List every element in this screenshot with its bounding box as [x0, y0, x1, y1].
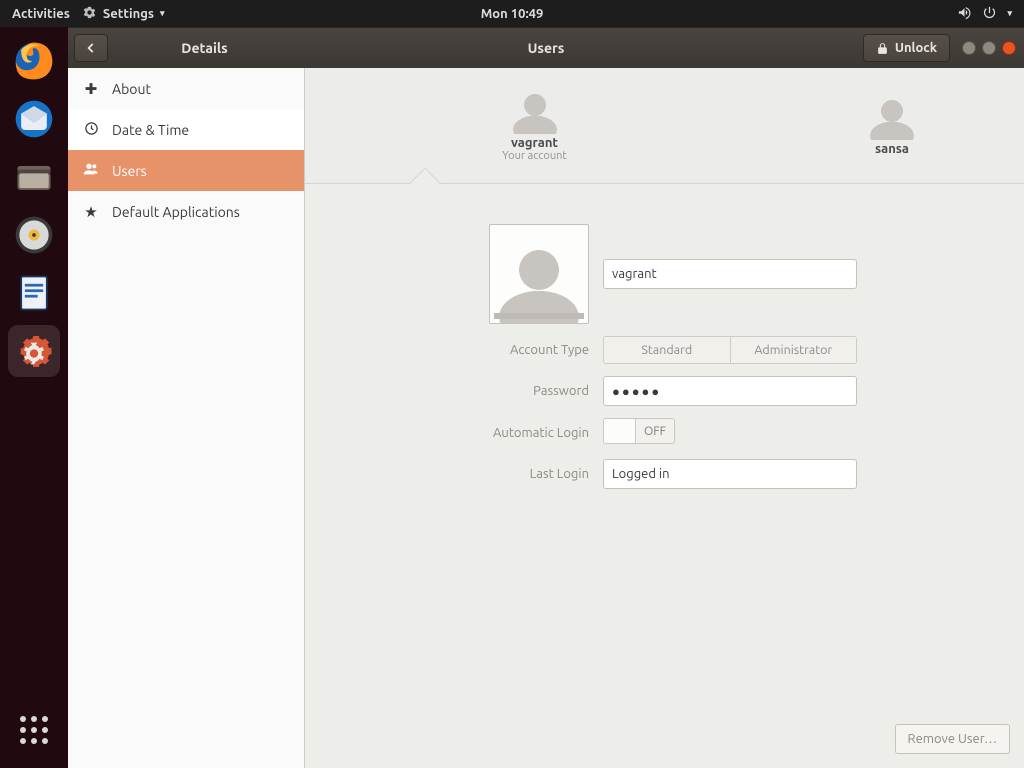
account-type-standard: Standard [604, 337, 730, 363]
label-password: Password [305, 384, 589, 398]
users-icon [82, 161, 100, 180]
back-button[interactable] [74, 34, 108, 62]
username-input[interactable] [603, 259, 857, 289]
label-auto-login: Automatic Login [305, 426, 589, 440]
app-menu-label: Settings [103, 7, 154, 21]
star-icon: ★ [82, 203, 100, 221]
user-accounts-strip: vagrant Your account sansa [305, 68, 1024, 184]
sidebar-item-default-apps[interactable]: ★ Default Applications [68, 191, 304, 232]
toggle-state: OFF [636, 425, 674, 438]
users-panel: vagrant Your account sansa Account Type [305, 68, 1024, 768]
headerbar: Details Users Unlock [68, 28, 1024, 68]
user-chip-vagrant[interactable]: vagrant Your account [502, 90, 566, 162]
window-controls [962, 41, 1016, 55]
window-close-button[interactable] [1002, 41, 1016, 55]
dock-app-libreoffice-writer[interactable] [8, 267, 60, 319]
dock-app-settings[interactable] [8, 325, 60, 377]
user-chip-name: vagrant [502, 136, 566, 150]
label-last-login: Last Login [305, 467, 589, 481]
last-login-field[interactable]: Logged in [603, 459, 857, 489]
headerbar-title-right: Users [528, 40, 565, 56]
sidebar-item-about[interactable]: ✚ About [68, 68, 304, 109]
user-chip-name: sansa [870, 142, 914, 156]
system-tray[interactable]: ▾ [957, 5, 1024, 23]
dock-app-thunderbird[interactable] [8, 93, 60, 145]
avatar-placeholder-icon [513, 90, 557, 134]
volume-icon [957, 5, 972, 23]
user-details: Account Type Standard Administrator Pass… [305, 184, 1024, 768]
password-field[interactable]: ●●●●● [603, 376, 857, 406]
label-account-type: Account Type [305, 343, 589, 357]
chevron-down-icon: ▾ [1007, 9, 1012, 18]
account-type-segmented: Standard Administrator [603, 336, 857, 364]
clock-icon [82, 121, 100, 139]
headerbar-title-left: Details [108, 40, 301, 56]
sidebar-item-label: Date & Time [112, 122, 189, 138]
automatic-login-toggle: OFF [603, 418, 675, 444]
window-maximize-button[interactable] [982, 41, 996, 55]
sidebar-item-users[interactable]: Users [68, 150, 304, 191]
sidebar-item-datetime[interactable]: Date & Time [68, 109, 304, 150]
chevron-left-icon [84, 41, 98, 55]
sidebar-item-label: Default Applications [112, 204, 240, 220]
unlock-button[interactable]: Unlock [863, 34, 950, 62]
settings-window: Details Users Unlock ✚ About Date & Time [68, 27, 1024, 768]
window-minimize-button[interactable] [962, 41, 976, 55]
show-applications-button[interactable] [8, 704, 60, 756]
toggle-knob [604, 419, 636, 443]
power-icon [982, 5, 997, 23]
remove-user-button: Remove User… [895, 724, 1011, 754]
sidebar-item-label: About [112, 81, 151, 97]
dock-app-firefox[interactable] [8, 35, 60, 87]
sidebar-item-label: Users [112, 163, 147, 179]
user-chip-sansa[interactable]: sansa [870, 96, 914, 156]
app-menu[interactable]: Settings ▾ [82, 5, 165, 23]
chevron-down-icon: ▾ [160, 9, 165, 18]
plus-icon: ✚ [82, 80, 100, 98]
account-type-administrator: Administrator [730, 337, 857, 363]
lock-icon [876, 42, 889, 55]
activities-button[interactable]: Activities [0, 7, 82, 21]
launcher-dock [0, 27, 68, 768]
gear-icon [82, 5, 97, 23]
avatar-placeholder-icon [495, 245, 583, 323]
dock-app-rhythmbox[interactable] [8, 209, 60, 261]
clock[interactable]: Mon 10:49 [481, 7, 544, 21]
unlock-label: Unlock [895, 41, 937, 55]
avatar-button[interactable] [489, 224, 589, 324]
avatar-placeholder-icon [870, 96, 914, 140]
gnome-topbar: Activities Settings ▾ Mon 10:49 ▾ [0, 0, 1024, 27]
user-chip-subtitle: Your account [502, 150, 566, 162]
settings-sidebar: ✚ About Date & Time Users ★ Default Appl… [68, 68, 305, 768]
dock-app-files[interactable] [8, 151, 60, 203]
